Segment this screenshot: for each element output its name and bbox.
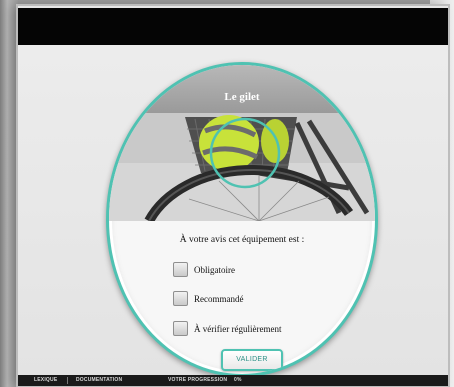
option-label: Obligatoire — [194, 264, 235, 275]
option-label: Recommandé — [194, 293, 244, 304]
progress-value: 0% — [234, 377, 242, 383]
equipment-photo — [109, 113, 375, 221]
option-recommande[interactable]: Recommandé — [173, 291, 243, 306]
checkbox-icon[interactable] — [173, 291, 188, 306]
option-a-verifier[interactable]: À vérifier régulièrement — [173, 321, 281, 336]
app-window: Le gilet À votre avis cet équipement est… — [18, 6, 448, 386]
card-title: Le gilet — [224, 91, 260, 103]
card-header: Le gilet — [109, 65, 375, 113]
checkbox-icon[interactable] — [173, 262, 188, 277]
question-text: À votre avis cet équipement est : — [179, 235, 305, 245]
lexicon-link[interactable]: LEXIQUE — [34, 377, 57, 383]
validate-button[interactable]: VALIDER — [221, 349, 283, 371]
option-label: À vérifier régulièrement — [194, 323, 282, 334]
left-window-edge — [0, 0, 18, 387]
footer-bar: LEXIQUE DOCUMENTATION VOTRE PROGRESSION … — [18, 375, 448, 386]
content-stage: Le gilet À votre avis cet équipement est… — [18, 45, 448, 377]
progress-label: VOTRE PROGRESSION — [168, 377, 228, 383]
question-card: Le gilet À votre avis cet équipement est… — [106, 62, 378, 377]
checkbox-icon[interactable] — [173, 321, 188, 336]
option-obligatoire[interactable]: Obligatoire — [173, 262, 235, 277]
documentation-link[interactable]: DOCUMENTATION — [76, 377, 122, 383]
footer-divider — [67, 377, 68, 384]
top-bar — [18, 8, 448, 45]
bicycle-basket-vest-photo — [109, 113, 375, 221]
